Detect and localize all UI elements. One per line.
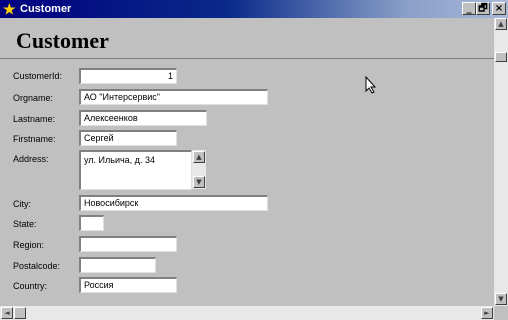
address-field[interactable]: ул. Ильича, д. 34 <box>79 150 192 190</box>
city-label: City: <box>13 199 31 209</box>
region-field[interactable] <box>79 236 177 252</box>
scroll-down-icon[interactable]: ▼ <box>495 293 507 305</box>
postalcode-label: Postalcode: <box>13 261 61 271</box>
form-title: Customer <box>16 28 109 53</box>
city-field[interactable]: Новосибирск <box>79 195 268 211</box>
firstname-label: Firstname: <box>13 134 56 144</box>
customerid-label: CustomerId: <box>13 71 63 81</box>
address-label: Address: <box>13 154 49 164</box>
restore-button[interactable]: 🗗 <box>476 2 490 15</box>
mouse-cursor-icon <box>365 76 377 94</box>
scroll-left-icon[interactable]: ◄ <box>1 307 13 319</box>
customer-window: ★ Customer _ 🗗 × Customer CustomerId: 1 … <box>0 0 508 320</box>
scroll-right-icon[interactable]: ► <box>481 307 493 319</box>
address-scrollbar[interactable]: ▲ ▼ <box>192 150 206 189</box>
vertical-scroll-thumb[interactable] <box>495 52 507 62</box>
form-header: Customer <box>0 18 494 59</box>
vertical-scrollbar[interactable]: ▲ ▼ <box>494 18 508 306</box>
title-bar[interactable]: ★ Customer _ 🗗 × <box>0 0 508 18</box>
lastname-field[interactable]: Алексеенков <box>79 110 207 126</box>
orgname-label: Orgname: <box>13 93 54 103</box>
window-title: Customer <box>20 3 72 15</box>
postalcode-field[interactable] <box>79 257 156 273</box>
horizontal-scroll-thumb[interactable] <box>14 307 26 319</box>
scrollbar-corner <box>494 306 508 320</box>
scroll-up-icon[interactable]: ▲ <box>495 18 507 30</box>
horizontal-scrollbar[interactable]: ◄ ► <box>0 306 494 320</box>
customerid-field[interactable]: 1 <box>79 68 177 84</box>
close-button[interactable]: × <box>492 2 506 15</box>
address-scroll-up-icon[interactable]: ▲ <box>193 151 205 163</box>
lastname-label: Lastname: <box>13 114 56 124</box>
minimize-button[interactable]: _ <box>462 2 476 15</box>
state-field[interactable] <box>79 215 104 231</box>
state-label: State: <box>13 219 37 229</box>
address-scroll-down-icon[interactable]: ▼ <box>193 176 205 188</box>
orgname-field[interactable]: АО "Интерсервис" <box>79 89 268 105</box>
app-icon: ★ <box>3 1 16 17</box>
region-label: Region: <box>13 240 45 250</box>
firstname-field[interactable]: Сергей <box>79 130 177 146</box>
country-field[interactable]: Россия <box>79 277 177 293</box>
country-label: Country: <box>13 281 48 291</box>
